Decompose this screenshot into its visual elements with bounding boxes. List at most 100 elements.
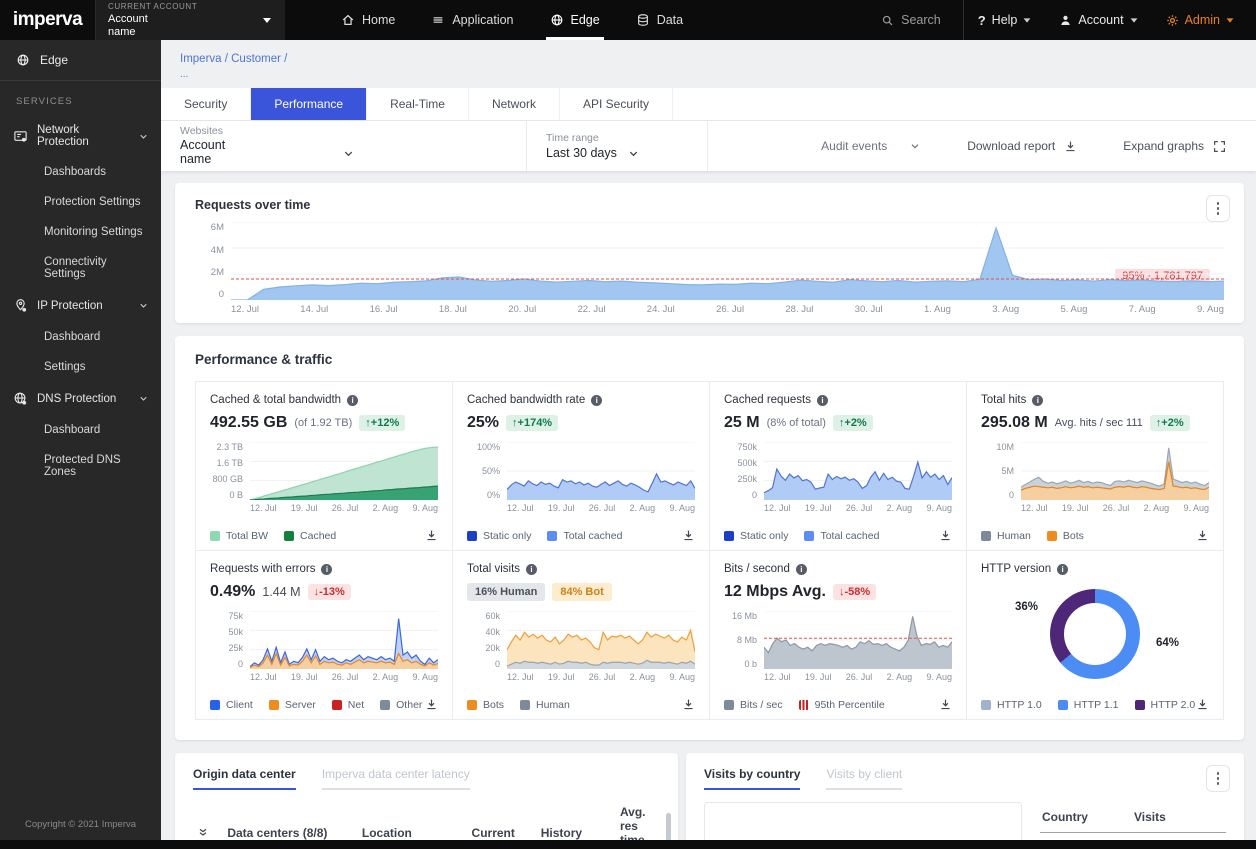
download-icon[interactable] bbox=[1196, 529, 1209, 542]
admin-menu[interactable]: Admin bbox=[1152, 0, 1256, 40]
y-tick: 0 bbox=[494, 659, 500, 670]
x-tick: 26. Jul bbox=[588, 672, 616, 683]
download-icon[interactable] bbox=[1196, 698, 1209, 711]
legend-label: Human bbox=[997, 529, 1031, 542]
admin-label: Admin bbox=[1184, 13, 1220, 27]
sidebar-item-dashboard[interactable]: Dashboard bbox=[0, 415, 161, 445]
col-country[interactable]: Country bbox=[1042, 810, 1134, 824]
tab-network[interactable]: Network bbox=[469, 88, 560, 121]
chart-legend: Client Server Net Other bbox=[210, 699, 425, 711]
websites-filter[interactable]: Websites Account name bbox=[161, 125, 526, 167]
chart-legend: HTTP 1.0 HTTP 1.1 HTTP 2.0 bbox=[981, 699, 1196, 711]
download-icon[interactable] bbox=[939, 529, 952, 542]
info-icon[interactable]: i bbox=[795, 563, 807, 575]
tab-imperva-dc-latency[interactable]: Imperva data center latency bbox=[321, 767, 470, 791]
current-account-selector[interactable]: CURRENT ACCOUNT Account name bbox=[95, 0, 285, 40]
x-tick: 26. Jul bbox=[588, 503, 616, 514]
account-menu[interactable]: Account bbox=[1045, 0, 1151, 40]
sidebar-edge-label: Edge bbox=[40, 53, 69, 67]
filter-bar: Websites Account name Time range Last 30… bbox=[161, 121, 1256, 172]
y-axis-labels: 750k 500k 250k 0 bbox=[724, 442, 764, 500]
time-range-filter[interactable]: Time range Last 30 days bbox=[527, 132, 707, 160]
download-icon[interactable] bbox=[682, 529, 695, 542]
chart-legend: Static only Total cached bbox=[724, 530, 939, 542]
y-tick: 50k bbox=[228, 627, 243, 638]
legend-item-cached: Cached bbox=[284, 530, 336, 542]
sidebar-section-dns-protection[interactable]: DNS Protection bbox=[0, 382, 161, 415]
audit-events-dropdown[interactable]: Audit events bbox=[821, 139, 921, 153]
legend-item-static-only: Static only bbox=[724, 530, 788, 542]
tab-visits-by-country[interactable]: Visits by country bbox=[703, 767, 801, 791]
help-menu[interactable]: ? Help bbox=[964, 0, 1046, 40]
sidebar-section-label: IP Protection bbox=[37, 299, 103, 312]
nav-item-home[interactable]: Home bbox=[323, 0, 413, 40]
x-tick: 12. Jul bbox=[231, 304, 259, 316]
sidebar-item-settings[interactable]: Settings bbox=[0, 352, 161, 382]
x-tick: 1. Aug bbox=[923, 304, 951, 316]
x-tick: 9. Aug bbox=[412, 503, 438, 514]
chevron-down-icon bbox=[1130, 17, 1137, 23]
download-icon[interactable] bbox=[682, 698, 695, 711]
tab-origin-data-center[interactable]: Origin data center bbox=[193, 767, 296, 791]
tab-security[interactable]: Security bbox=[161, 88, 252, 121]
info-icon[interactable]: i bbox=[321, 563, 333, 575]
area-chart[interactable] bbox=[764, 611, 952, 670]
tab-api-security[interactable]: API Security bbox=[560, 88, 674, 121]
info-icon[interactable]: i bbox=[1032, 394, 1044, 406]
sidebar-section-ip-protection[interactable]: IP Protection bbox=[0, 289, 161, 322]
search-button[interactable]: Search bbox=[859, 0, 964, 40]
area-chart[interactable] bbox=[507, 442, 695, 501]
legend-swatch bbox=[1046, 530, 1057, 541]
area-chart[interactable] bbox=[250, 442, 438, 501]
info-icon[interactable]: i bbox=[347, 394, 359, 406]
expand-icon bbox=[1213, 140, 1226, 153]
http-version-donut-chart[interactable]: 36% 64% bbox=[981, 575, 1209, 692]
requests-area-chart[interactable]: 95% · 1,781,797 bbox=[231, 222, 1224, 301]
nav-item-edge[interactable]: Edge bbox=[532, 0, 618, 40]
area-chart[interactable] bbox=[250, 611, 438, 670]
tab-visits-by-client[interactable]: Visits by client bbox=[826, 767, 903, 791]
legend-item-http-1-1: HTTP 1.1 bbox=[1057, 699, 1119, 711]
breadcrumb-path[interactable]: Imperva / Customer / bbox=[180, 51, 1256, 68]
kebab-menu-button[interactable] bbox=[1206, 765, 1230, 793]
legend-swatch bbox=[798, 699, 809, 710]
area-chart[interactable] bbox=[764, 442, 952, 501]
download-icon[interactable] bbox=[425, 698, 438, 711]
sidebar-item-protection-settings[interactable]: Protection Settings bbox=[0, 187, 161, 217]
nav-item-application[interactable]: Application bbox=[413, 0, 531, 40]
sidebar-item-connectivity-settings[interactable]: Connectivity Settings bbox=[0, 247, 161, 289]
tab-performance[interactable]: Performance bbox=[251, 88, 368, 121]
expand-graphs-button[interactable]: Expand graphs bbox=[1123, 139, 1226, 153]
download-icon[interactable] bbox=[425, 529, 438, 542]
sidebar-item-edge[interactable]: Edge bbox=[0, 40, 161, 81]
download-report-button[interactable]: Download report bbox=[967, 139, 1077, 153]
sidebar-section-network-protection[interactable]: Network Protection bbox=[0, 115, 161, 157]
col-visits[interactable]: Visits bbox=[1134, 810, 1166, 824]
info-icon[interactable]: i bbox=[1057, 563, 1069, 575]
x-axis-labels: 12. Jul 14. Jul 16. Jul 18. Jul 20. Jul 22. J… bbox=[231, 304, 1224, 315]
info-icon[interactable]: i bbox=[526, 563, 538, 575]
x-tick: 3. Aug bbox=[992, 304, 1020, 316]
x-tick: 7. Aug bbox=[1128, 304, 1156, 316]
legend-swatch bbox=[210, 699, 220, 710]
sidebar-item-monitoring-settings[interactable]: Monitoring Settings bbox=[0, 217, 161, 247]
nav-item-data[interactable]: Data bbox=[618, 0, 701, 40]
info-icon[interactable]: i bbox=[816, 394, 828, 406]
sidebar-item-dashboards[interactable]: Dashboards bbox=[0, 157, 161, 187]
legend-item-other: Other bbox=[380, 699, 422, 711]
kebab-menu-button[interactable] bbox=[1206, 195, 1230, 223]
info-icon[interactable]: i bbox=[591, 394, 603, 406]
download-icon[interactable] bbox=[939, 698, 952, 711]
area-chart[interactable] bbox=[1021, 442, 1209, 501]
current-account-label: CURRENT ACCOUNT bbox=[108, 2, 198, 12]
area-chart[interactable] bbox=[507, 611, 695, 670]
services-section-label: SERVICES bbox=[16, 96, 73, 107]
breadcrumb[interactable]: Imperva / Customer / ... bbox=[161, 40, 1256, 88]
legend-swatch bbox=[520, 699, 531, 710]
expand-all-icon[interactable] bbox=[197, 826, 209, 838]
chevron-down-icon bbox=[138, 300, 149, 311]
sidebar-item-dashboard[interactable]: Dashboard bbox=[0, 322, 161, 352]
legend-swatch bbox=[1134, 699, 1145, 710]
tab-real-time[interactable]: Real-Time bbox=[367, 88, 469, 121]
sidebar-item-protected-dns-zones[interactable]: Protected DNS Zones bbox=[0, 445, 161, 487]
